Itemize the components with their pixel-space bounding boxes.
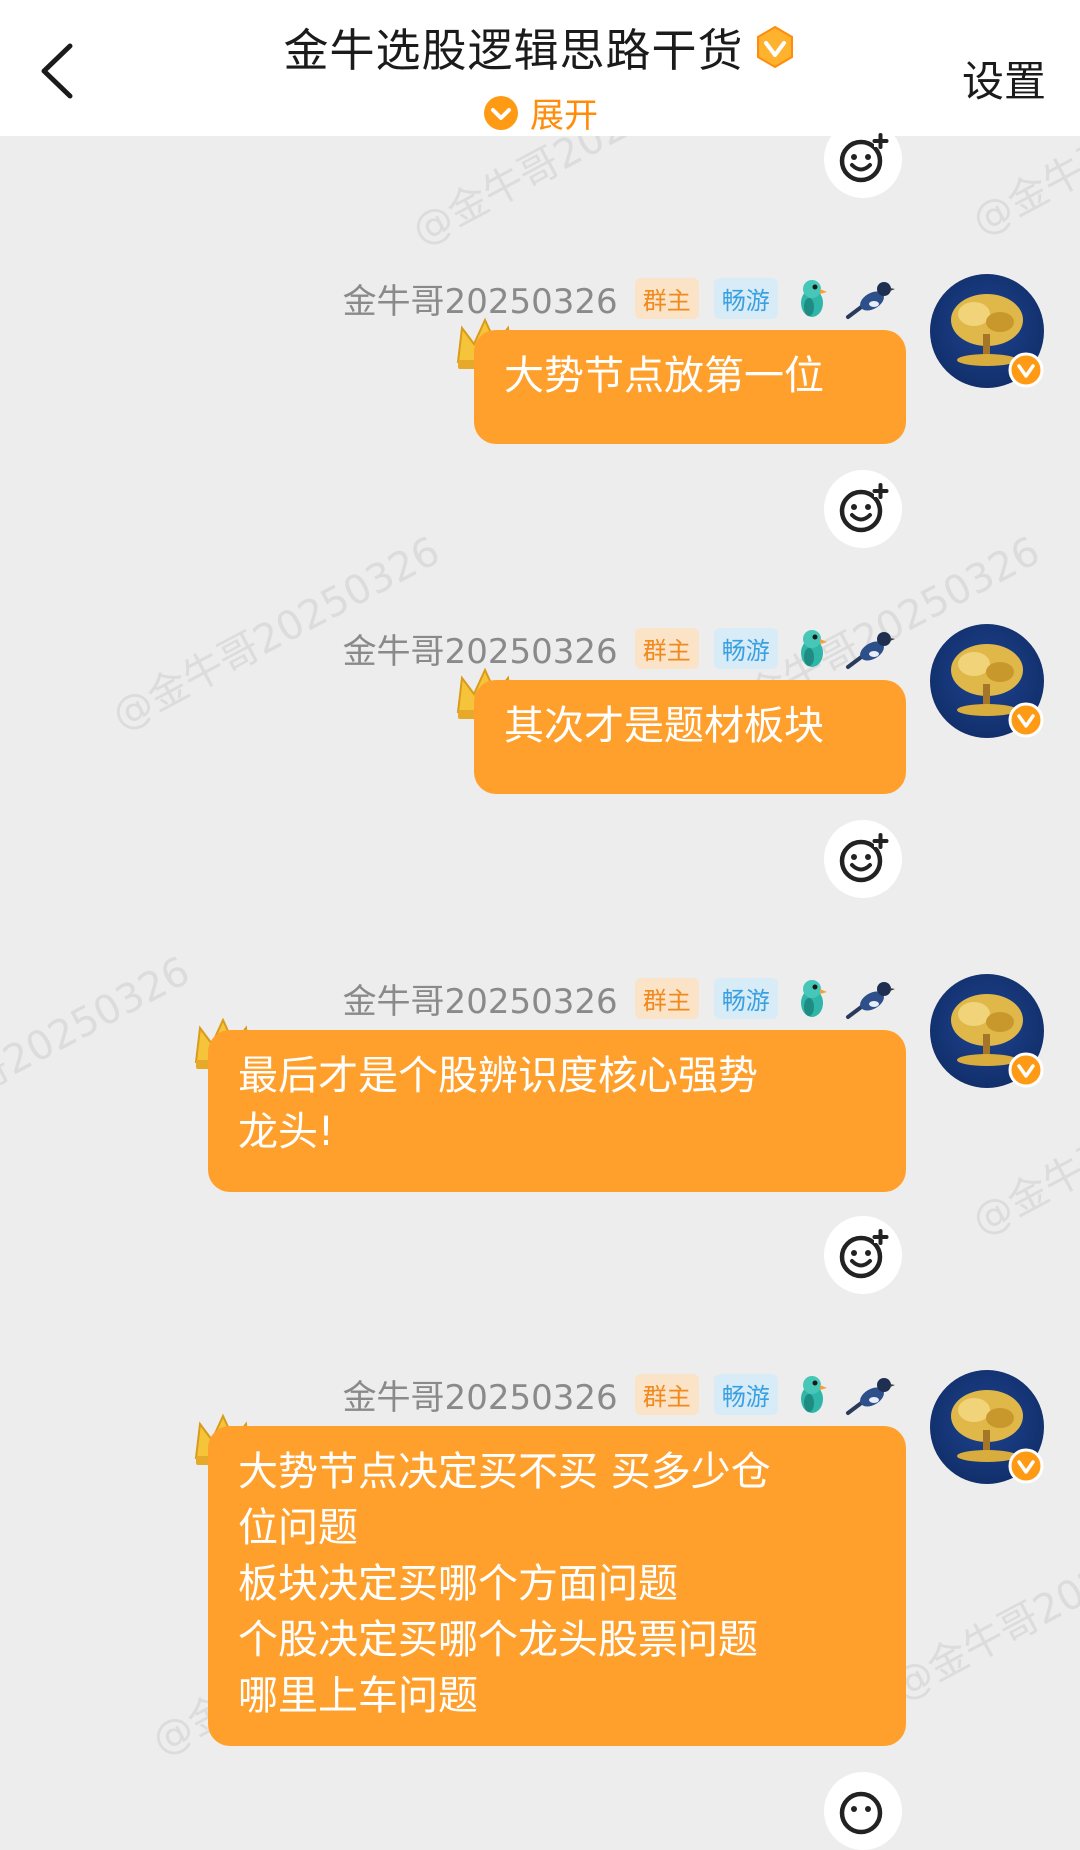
message-text-line: 大势节点决定买不买 买多少仓 [238,1449,771,1495]
page-title: 金牛选股逻辑思路干货 [283,24,744,77]
message-text-line: 个股决定买哪个龙头股票问题 [238,1617,758,1663]
owner-tag: 群主 [634,278,699,319]
parrot-badge-icon [800,979,827,1017]
message-text-line: 龙头! [238,1109,335,1155]
sender-line: 金牛哥20250326 群主 畅游 [343,1370,904,1418]
message-text-line: 哪里上车问题 [238,1673,478,1719]
level-tag: 畅游 [713,628,778,669]
verified-badge-icon [756,25,793,68]
expand-button[interactable]: 展开 [0,88,1080,137]
message-text: 大势节点放第一位 [504,353,824,399]
emoji-add-icon [839,833,889,883]
message-bubble[interactable]: 大势节点放第一位 [474,330,906,444]
sender-line: 金牛哥20250326 群主 畅游 [343,624,904,672]
top-bar: 金牛选股逻辑思路干货 展开 设置 [0,0,1080,136]
message-text-line: 板块决定买哪个方面问题 [238,1561,678,1607]
sender-line: 金牛哥20250326 群主 畅游 [343,974,904,1022]
message-text-line: 位问题 [238,1505,358,1551]
add-reaction-button[interactable] [824,120,902,198]
settings-button[interactable]: 设置 [962,48,1046,109]
expand-label: 展开 [530,96,598,136]
owner-tag: 群主 [634,1374,699,1415]
level-tag: 畅游 [713,278,778,319]
owner-tag: 群主 [634,628,699,669]
level-tag: 畅游 [713,1374,778,1415]
message-text: 其次才是题材板块 [504,703,824,749]
message-text-line: 最后才是个股辨识度核心强势 [238,1053,758,1099]
parrot-badge-icon [800,1375,827,1413]
verified-badge-icon [1008,1052,1044,1088]
verified-badge-icon [1008,702,1044,738]
magpie-badge-icon [846,1377,895,1415]
add-reaction-button[interactable] [824,1216,902,1294]
message-bubble[interactable]: 大势节点决定买不买 买多少仓 位问题 板块决定买哪个方面问题 个股决定买哪个龙头… [208,1426,906,1746]
sender-name[interactable]: 金牛哥20250326 [343,1370,618,1419]
emoji-add-icon [839,1229,889,1279]
sender-name[interactable]: 金牛哥20250326 [343,974,618,1023]
message-bubble[interactable]: 其次才是题材板块 [474,680,906,794]
magpie-badge-icon [846,981,895,1019]
add-reaction-button[interactable] [824,1772,902,1850]
avatar[interactable] [930,274,1044,388]
parrot-badge-icon [800,629,827,667]
chevron-down-icon [484,95,518,130]
emoji-add-icon [839,483,889,533]
owner-tag: 群主 [634,978,699,1019]
verified-badge-icon [1008,352,1044,388]
level-tag: 畅游 [713,978,778,1019]
add-reaction-button[interactable] [824,470,902,548]
avatar[interactable] [930,1370,1044,1484]
avatar[interactable] [930,974,1044,1088]
message-bubble[interactable]: 最后才是个股辨识度核心强势 龙头! [208,1030,906,1192]
emoji-add-icon [839,1791,883,1835]
watermark: @金牛哥20250326 [884,1498,1080,1710]
verified-badge-icon [1008,1448,1044,1484]
watermark: @金牛哥20250326 [0,948,198,1160]
sender-line: 金牛哥20250326 群主 畅游 [343,274,904,322]
add-reaction-button[interactable] [824,820,902,898]
avatar[interactable] [930,624,1044,738]
magpie-badge-icon [846,281,895,319]
parrot-badge-icon [800,279,827,317]
emoji-add-icon [839,133,889,183]
magpie-badge-icon [846,631,895,669]
